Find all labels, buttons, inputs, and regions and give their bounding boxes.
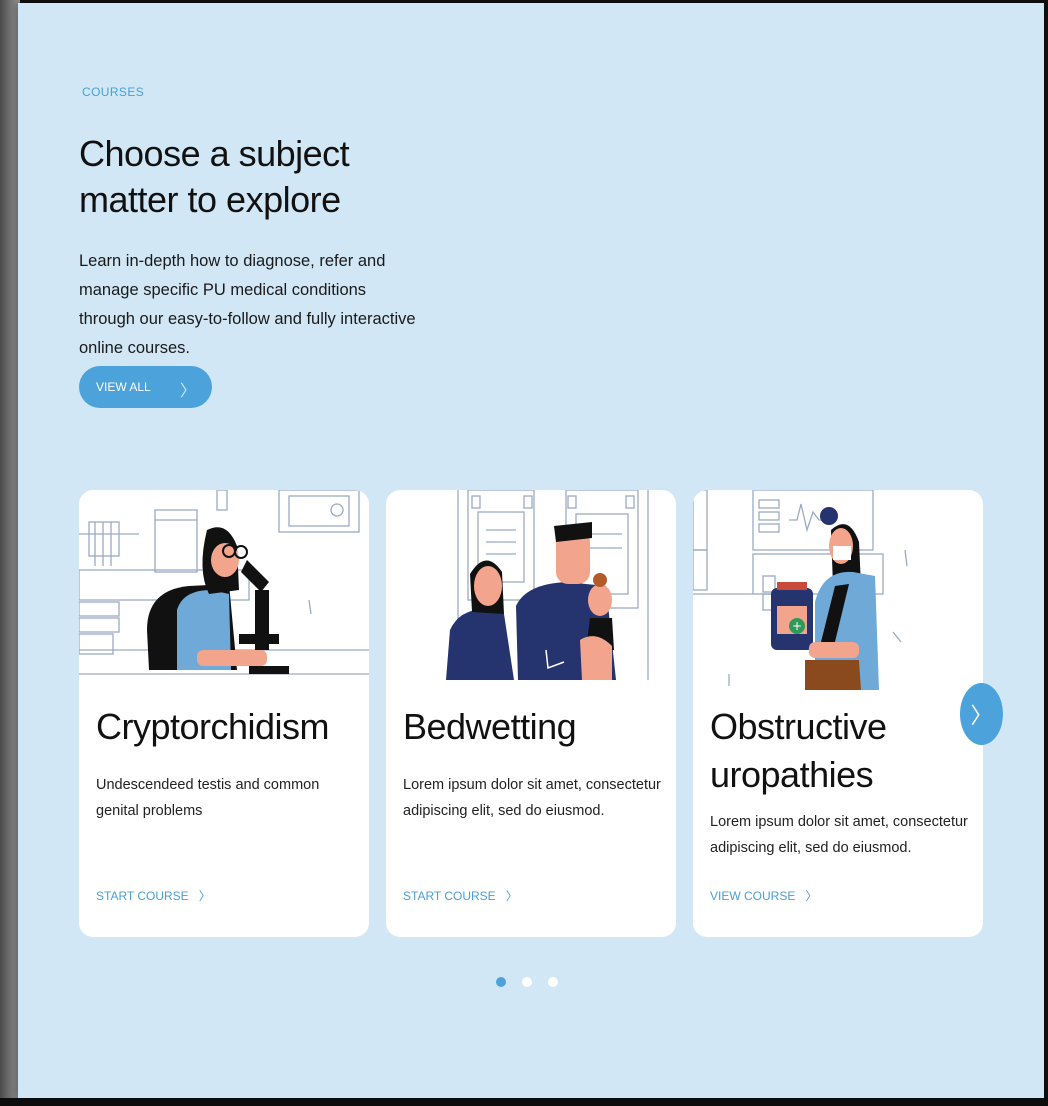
chevron-right-icon: 〉 — [198, 889, 211, 903]
family-illustration — [446, 490, 649, 680]
chevron-right-icon: 〉 — [805, 889, 818, 903]
chevron-right-icon: 〉 — [179, 383, 196, 400]
course-card-obstructive-uropathies[interactable]: + Obstructive uropathies Lorem ipsum dol… — [693, 490, 983, 937]
course-title: Obstructive uropathies — [710, 706, 887, 795]
doctor-medicine-jar-illustration: + — [693, 490, 908, 690]
left-shadow — [0, 0, 20, 1106]
course-description: Lorem ipsum dolor sit amet, consectetur … — [403, 777, 661, 819]
doctor-microscope-illustration — [79, 490, 369, 675]
start-course-link[interactable]: START COURSE 〉 — [96, 887, 211, 904]
course-description: Undescendeed testis and common genital p… — [96, 777, 320, 819]
course-title: Bedwetting — [403, 706, 577, 747]
cta-label: START COURSE — [96, 889, 189, 903]
section-eyebrow: COURSES — [82, 85, 145, 99]
view-course-link[interactable]: VIEW COURSE 〉 — [710, 887, 817, 904]
course-title: Cryptorchidism — [96, 706, 330, 747]
start-course-link[interactable]: START COURSE 〉 — [403, 887, 518, 904]
section-intro: Learn in-depth how to diagnose, refer an… — [79, 252, 416, 357]
section-headline: Choose a subject matter to explore — [79, 133, 350, 220]
svg-text:+: + — [792, 619, 802, 633]
course-description: Lorem ipsum dolor sit amet, consectetur … — [710, 814, 968, 856]
pagination-dot-1[interactable] — [496, 977, 506, 987]
cta-label: VIEW COURSE — [710, 889, 796, 903]
carousel-next-button[interactable]: 〉 — [960, 683, 1003, 745]
course-card-bedwetting[interactable]: Bedwetting Lorem ipsum dolor sit amet, c… — [386, 490, 676, 937]
cta-label: START COURSE — [403, 889, 496, 903]
courses-section: COURSES Choose a subject matter to explo… — [18, 3, 1044, 1100]
chevron-right-icon: 〉 — [505, 889, 518, 903]
pagination-dot-2[interactable] — [522, 977, 532, 987]
chevron-right-icon: 〉 — [970, 703, 993, 728]
bottom-border — [0, 1098, 1048, 1106]
view-all-label: VIEW ALL — [96, 380, 151, 394]
course-card-cryptorchidism[interactable]: Cryptorchidism Undescendeed testis and c… — [79, 490, 369, 937]
view-all-button[interactable]: VIEW ALL 〉 — [79, 366, 212, 408]
pagination-dot-3[interactable] — [548, 977, 558, 987]
